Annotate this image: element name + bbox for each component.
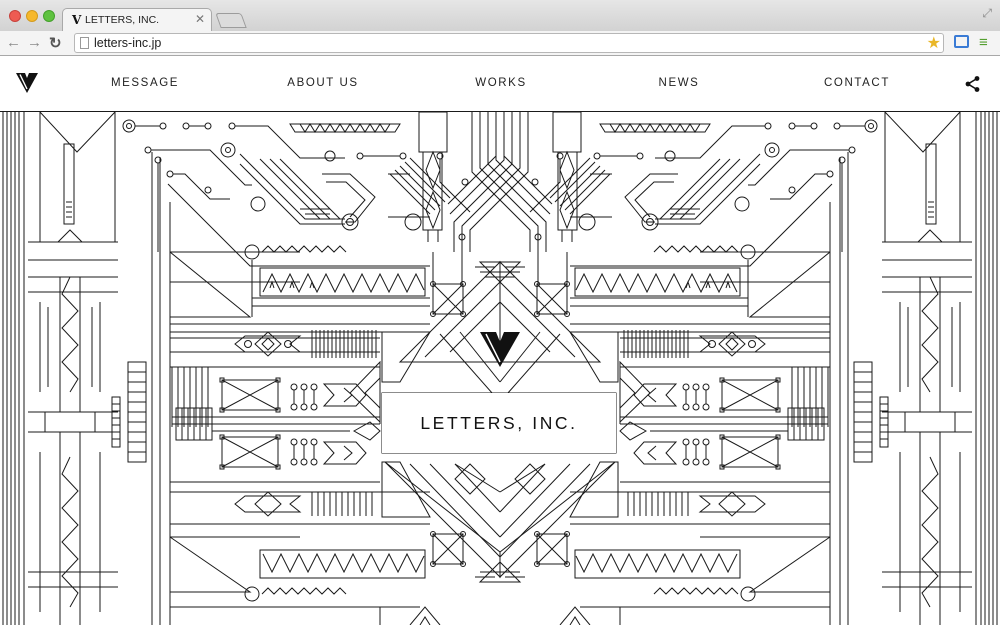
v-monogram-icon[interactable] — [15, 72, 39, 94]
fullscreen-icon[interactable]: ⤢ — [982, 6, 992, 21]
browser-toolbar: ← → ↻ letters-inc.jp ★ ≡ — [0, 31, 1000, 56]
star-icon[interactable]: ★ — [927, 33, 941, 53]
window-minimize-button[interactable] — [26, 10, 38, 22]
favicon-icon: V — [72, 13, 82, 27]
url-text[interactable]: letters-inc.jp — [94, 36, 161, 50]
site-header: MESSAGE ABOUT US WORKS NEWS CONTACT — [0, 56, 1000, 112]
nav-works[interactable]: WORKS — [475, 77, 526, 89]
forward-icon[interactable]: → — [27, 34, 42, 51]
back-icon[interactable]: ← — [6, 34, 21, 51]
close-icon[interactable]: ✕ — [195, 12, 205, 26]
hero-illustration — [2, 112, 998, 625]
nav-message[interactable]: MESSAGE — [111, 77, 179, 89]
reload-icon[interactable]: ↻ — [49, 34, 62, 52]
window-maximize-button[interactable] — [43, 10, 55, 22]
hero-section: LETTERS, INC. — [0, 112, 1000, 625]
share-icon[interactable] — [964, 75, 982, 93]
hero-title: LETTERS, INC. — [382, 393, 616, 453]
nav-about-us[interactable]: ABOUT US — [287, 77, 358, 89]
new-tab-button[interactable] — [215, 13, 247, 28]
address-bar[interactable]: letters-inc.jp ★ — [74, 33, 944, 53]
nav-news[interactable]: NEWS — [659, 77, 700, 89]
browser-tab-strip: V LETTERS, INC. ✕ ⤢ — [0, 0, 1000, 31]
page-icon — [80, 37, 89, 49]
nav-contact[interactable]: CONTACT — [824, 77, 890, 89]
browser-tab[interactable]: V LETTERS, INC. ✕ — [62, 8, 212, 31]
menu-icon[interactable]: ≡ — [979, 34, 988, 51]
window-close-button[interactable] — [9, 10, 21, 22]
tab-title: LETTERS, INC. — [85, 14, 160, 26]
cast-icon[interactable] — [954, 35, 969, 48]
